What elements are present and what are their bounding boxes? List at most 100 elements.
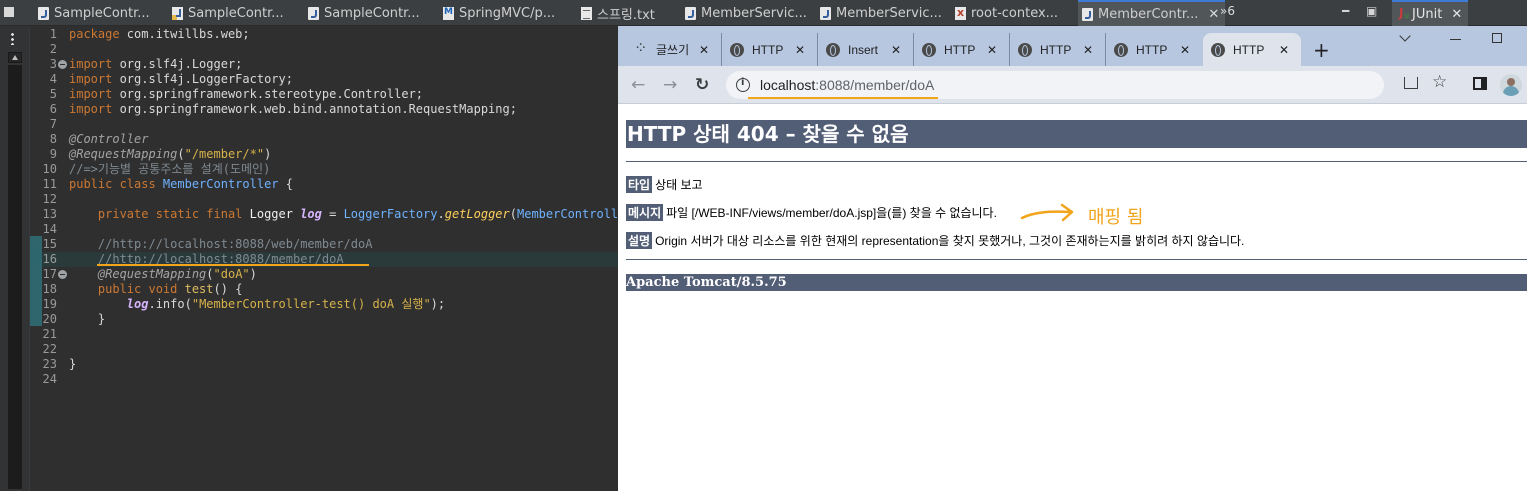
editor-tab-label: MemberContr... <box>1098 6 1199 22</box>
close-icon[interactable]: ✕ <box>1083 43 1093 57</box>
code-line[interactable]: 4 import org.slf4j.LoggerFactory; <box>30 72 618 87</box>
code-line[interactable]: 7 <box>30 117 618 132</box>
editor-tab[interactable]: MemberServic... <box>685 0 807 26</box>
code-line[interactable]: 13 private static final Logger log = Log… <box>30 207 618 222</box>
code-line[interactable]: 19 log.info("MemberController-test() doA… <box>30 297 618 312</box>
close-icon[interactable]: ✕ <box>987 43 997 57</box>
close-icon[interactable]: ✕ <box>795 43 805 57</box>
code-line[interactable]: 1 package com.itwillbs.web; <box>30 27 618 42</box>
reload-button[interactable]: ↻ <box>695 75 709 95</box>
browser-tab[interactable]: HTTP ✕ <box>914 33 1010 66</box>
editor-tab[interactable]: SampleContr... <box>308 0 420 26</box>
code-line[interactable]: 9 @RequestMapping("/member/*") <box>30 147 618 162</box>
maximize-icon[interactable] <box>1492 33 1502 43</box>
minimize-icon[interactable] <box>1450 39 1461 40</box>
editor-tab-label: SampleContr... <box>324 5 420 21</box>
editor-tab[interactable]: MemberContr... ✕ <box>1078 0 1226 26</box>
forward-button[interactable]: → <box>663 75 677 95</box>
browser-tab[interactable]: HTTP ✕ <box>1203 33 1301 66</box>
java-file-icon <box>1082 7 1093 21</box>
overview-ruler <box>8 65 22 489</box>
back-button[interactable]: ← <box>631 75 645 95</box>
close-icon[interactable]: ✕ <box>699 43 709 57</box>
minimize-icon[interactable]: ━ <box>1342 4 1349 18</box>
browser-tab-label: HTTP <box>1233 42 1265 57</box>
close-icon[interactable]: ✕ <box>1279 43 1289 57</box>
line-number: 13 <box>42 207 57 221</box>
tab-overflow-indicator[interactable]: »6 <box>1220 4 1235 18</box>
browser-tab[interactable]: HTTP ✕ <box>722 33 818 66</box>
side-panel-icon[interactable] <box>1473 77 1487 90</box>
editor-tab[interactable]: SampleContr... <box>172 0 284 26</box>
view-menu-icon[interactable] <box>4 7 14 17</box>
code-line[interactable]: 20 } <box>30 312 618 327</box>
code-token: @RequestMapping <box>97 267 207 281</box>
code-token: //=>기능별 공통주소를 설계(도메인) <box>69 162 271 176</box>
line-number: 9 <box>49 147 57 161</box>
java-file-icon <box>820 6 831 20</box>
tab-search-icon[interactable] <box>1399 30 1411 42</box>
close-icon[interactable]: ✕ <box>1451 7 1462 22</box>
scroll-up-icon[interactable] <box>8 52 22 63</box>
code-line[interactable]: 6 import org.springframework.web.bind.ann… <box>30 102 618 117</box>
close-icon[interactable]: ✕ <box>1208 7 1219 22</box>
more-options-icon[interactable] <box>11 32 14 45</box>
profile-avatar[interactable] <box>1500 74 1522 96</box>
browser-tab[interactable]: HTTP ✕ <box>1106 33 1202 66</box>
code-line[interactable]: 12 <box>30 192 618 207</box>
divider <box>626 161 1527 162</box>
code-line[interactable]: 10 //=>기능별 공통주소를 설계(도메인) <box>30 162 618 177</box>
code-editor[interactable]: 1 package com.itwillbs.web; 2 3 import org.s… <box>30 26 618 491</box>
line-number: 8 <box>49 132 57 146</box>
share-icon[interactable] <box>1404 77 1418 89</box>
fold-toggle-icon[interactable] <box>58 270 67 279</box>
code-line[interactable]: 14 <box>30 222 618 237</box>
java-file-icon <box>308 6 319 20</box>
line-number: 3 <box>49 57 57 71</box>
line-number: 23 <box>42 357 57 371</box>
code-line[interactable]: 17 @RequestMapping("doA") <box>30 267 618 282</box>
close-icon[interactable]: ✕ <box>891 43 901 57</box>
code-token: MemberController <box>517 207 618 221</box>
code-text: } <box>69 312 105 327</box>
editor-tab[interactable]: SpringMVC/p... <box>443 0 555 26</box>
editor-tab[interactable]: SampleContr... <box>38 0 150 26</box>
code-line[interactable]: 3 import org.slf4j.Logger; <box>30 57 618 72</box>
code-line[interactable]: 8 @Controller <box>30 132 618 147</box>
app-dots-icon <box>634 38 648 58</box>
editor-tab[interactable]: MemberServic... <box>820 0 942 26</box>
browser-tab[interactable]: 글쓰기 ✕ <box>626 33 722 66</box>
code-token: private static final <box>97 207 250 221</box>
code-line[interactable]: 5 import org.springframework.stereotype.C… <box>30 87 618 102</box>
editor-tab[interactable]: 스프링.txt <box>581 0 655 26</box>
code-line[interactable]: 22 <box>30 342 618 357</box>
address-bar[interactable]: localhost:8088/member/doA <box>726 71 1384 99</box>
code-line[interactable]: 15 //http://localhost:8088/web/member/do… <box>30 237 618 252</box>
browser-tab[interactable]: HTTP ✕ <box>1010 33 1106 66</box>
line-number: 2 <box>49 42 57 56</box>
code-text: import org.slf4j.Logger; <box>69 57 242 72</box>
code-token: "doA" <box>213 267 250 281</box>
code-line[interactable]: 18 public void test() { <box>30 282 618 297</box>
editor-tab[interactable]: root-contex... <box>955 0 1058 26</box>
maximize-icon[interactable]: ▣ <box>1366 4 1377 18</box>
site-info-icon[interactable] <box>736 77 750 92</box>
fold-toggle-icon[interactable] <box>58 60 67 69</box>
code-line[interactable]: 11 public class MemberController { <box>30 177 618 192</box>
code-token: com.itwillbs.web; <box>119 27 250 41</box>
mvc-file-icon <box>443 6 454 20</box>
code-line[interactable]: 23} <box>30 357 618 372</box>
code-token: "/member/*" <box>184 147 265 161</box>
code-line[interactable]: 21 <box>30 327 618 342</box>
browser-tab-label: HTTP <box>944 42 976 57</box>
junit-view-tab[interactable]: JUnit ✕ <box>1392 0 1469 26</box>
bookmark-star-icon[interactable]: ☆ <box>1432 72 1447 92</box>
close-icon[interactable]: ✕ <box>1180 43 1190 57</box>
new-tab-button[interactable]: + <box>1313 38 1330 62</box>
code-line[interactable]: 2 <box>30 42 618 57</box>
url-text[interactable]: localhost:8088/member/doA <box>760 77 934 93</box>
code-line[interactable]: 24 <box>30 372 618 387</box>
browser-tab[interactable]: Insert ✕ <box>818 33 914 66</box>
code-text: log.info("MemberController-test() doA 실행… <box>69 297 445 312</box>
